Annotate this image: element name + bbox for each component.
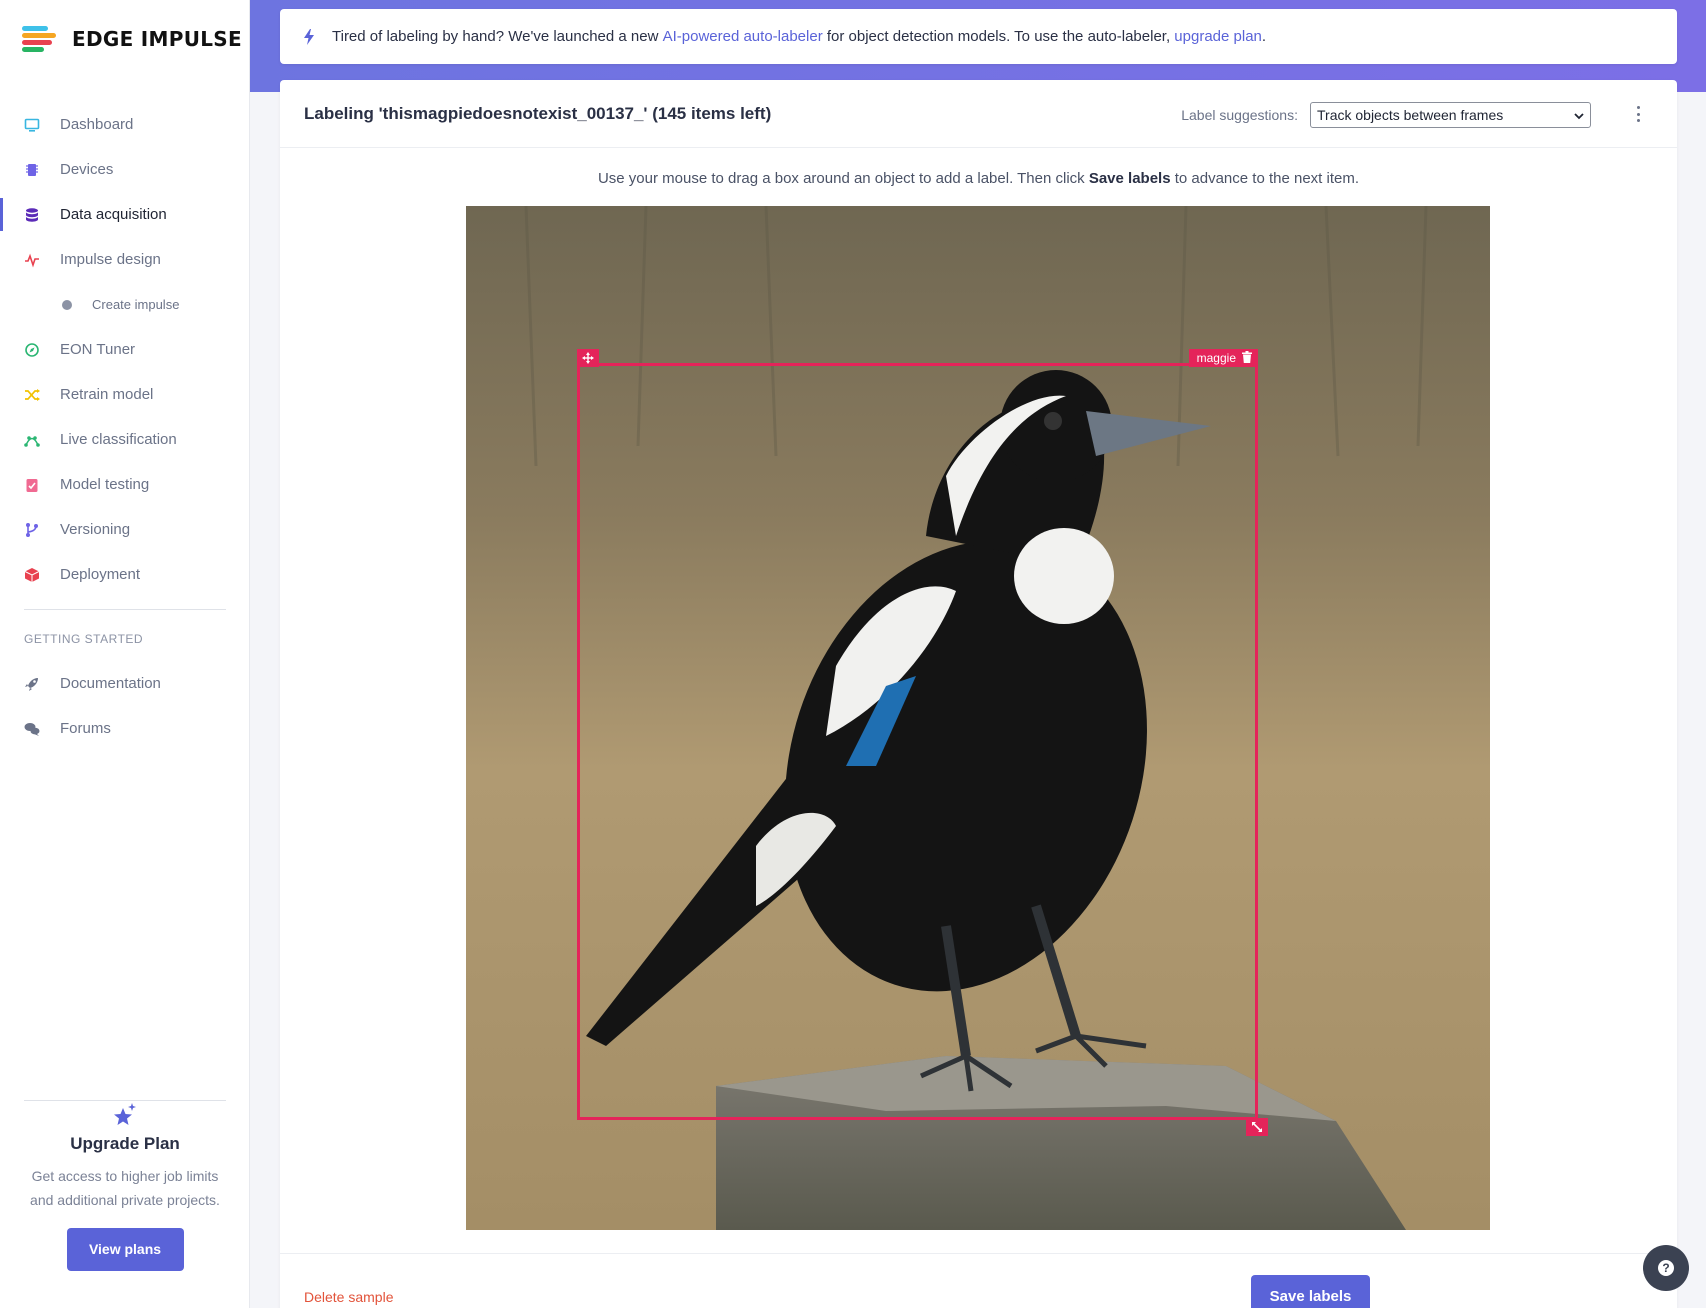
branch-icon: [24, 522, 40, 538]
monitor-icon: [24, 117, 40, 133]
sidebar-item-label: EON Tuner: [60, 341, 136, 358]
sidebar-item-deployment[interactable]: Deployment: [0, 552, 250, 597]
instruction-text: Use your mouse to drag a box around an o…: [597, 170, 1089, 187]
section-title-getting-started: GETTING STARTED: [24, 632, 144, 646]
svg-text:?: ?: [1662, 1261, 1669, 1275]
sidebar-item-model-testing[interactable]: Model testing: [0, 462, 250, 507]
sidebar-item-data-acquisition[interactable]: Data acquisition: [0, 192, 250, 237]
sidebar-item-label: Retrain model: [60, 386, 154, 403]
upgrade-title: Upgrade Plan: [70, 1134, 180, 1153]
save-labels-button[interactable]: Save labels: [1251, 1275, 1370, 1308]
box-label-tag: maggie: [1188, 349, 1258, 367]
banner-text: for object detection models. To use the …: [822, 28, 1175, 45]
help-icon[interactable]: ?: [1643, 1245, 1689, 1291]
resize-icon[interactable]: [1246, 1118, 1268, 1136]
labeling-instructions: Use your mouse to drag a box around an o…: [280, 170, 1677, 187]
sidebar-item-label: Versioning: [60, 521, 131, 538]
sidebar-item-forums[interactable]: Forums: [0, 706, 250, 751]
pulse-icon: [24, 252, 40, 268]
move-icon[interactable]: [577, 349, 599, 367]
labeling-footer: Delete sample: [280, 1253, 1677, 1308]
sidebar-item-eon-tuner[interactable]: EON Tuner: [0, 327, 250, 372]
more-options-icon[interactable]: [1635, 106, 1641, 122]
sidebar-item-label: Live classification: [60, 431, 177, 448]
labeling-header: Labeling 'thismagpiedoesnotexist_00137_'…: [280, 80, 1677, 148]
brand-name: EDGE IMPULSE: [72, 27, 242, 51]
sidebar-item-live-classification[interactable]: Live classification: [0, 417, 250, 462]
chat-icon: [24, 721, 40, 737]
upgrade-description: Get access to higher job limits and addi…: [30, 1168, 220, 1208]
sidebar-divider: [24, 1100, 226, 1101]
sidebar-item-impulse-design[interactable]: Impulse design: [0, 237, 250, 282]
labeling-card: Labeling 'thismagpiedoesnotexist_00137_'…: [280, 80, 1677, 1308]
instruction-text: to advance to the next item.: [1170, 170, 1360, 187]
auto-labeler-banner: Tired of labeling by hand? We've launche…: [280, 9, 1677, 64]
sidebar-item-label: Forums: [60, 720, 111, 737]
label-suggestions-select[interactable]: Track objects between frames: [1310, 102, 1591, 128]
upgrade-plan-panel: Upgrade Plan Get access to higher job li…: [24, 1102, 226, 1271]
chevron-down-icon: [1574, 107, 1584, 123]
clipboard-check-icon: [24, 477, 40, 493]
sidebar-item-versioning[interactable]: Versioning: [0, 507, 250, 552]
bounding-box[interactable]: maggie: [577, 349, 1268, 1136]
upgrade-plan-link[interactable]: upgrade plan: [1174, 28, 1262, 45]
instruction-bold: Save labels: [1088, 170, 1171, 187]
sparkles-icon: [24, 1102, 226, 1126]
sidebar-item-devices[interactable]: Devices: [0, 147, 250, 192]
view-plans-button[interactable]: View plans: [66, 1228, 184, 1271]
label-suggestions-label: Label suggestions:: [1181, 107, 1298, 123]
trash-icon[interactable]: [1242, 350, 1252, 366]
select-value: Track objects between frames: [1317, 107, 1504, 123]
shuffle-icon: [24, 387, 40, 403]
banner-text: Tired of labeling by hand? We've launche…: [332, 28, 663, 45]
sidebar-subitem-create-impulse[interactable]: Create impulse: [0, 282, 250, 327]
auto-labeler-link[interactable]: AI-powered auto-labeler: [663, 28, 823, 45]
network-icon: [24, 432, 40, 448]
database-icon: [24, 207, 40, 223]
getting-started-nav: Documentation Forums: [0, 661, 250, 751]
page-title: Labeling 'thismagpiedoesnotexist_00137_'…: [304, 103, 772, 123]
sidebar-item-label: Model testing: [60, 476, 150, 493]
sidebar-item-label: Impulse design: [60, 251, 161, 268]
box-icon: [24, 567, 40, 583]
sidebar-item-retrain-model[interactable]: Retrain model: [0, 372, 250, 417]
lightning-icon: [304, 28, 314, 45]
sidebar-divider: [24, 609, 226, 610]
sidebar-nav: Dashboard Devices Data acquisition Impul…: [0, 102, 250, 597]
banner-text: .: [1261, 28, 1267, 45]
sample-image[interactable]: maggie: [466, 206, 1490, 1230]
delete-sample-button[interactable]: Delete sample: [304, 1289, 394, 1305]
edge-impulse-logo-icon: [22, 26, 60, 52]
label-suggestions: Label suggestions: Track objects between…: [1181, 102, 1591, 128]
sidebar-item-label: Data acquisition: [60, 206, 167, 223]
bullet-icon: [62, 299, 72, 310]
sidebar: EDGE IMPULSE Dashboard Devices Data acqu…: [0, 0, 250, 1308]
sidebar-item-dashboard[interactable]: Dashboard: [0, 102, 250, 147]
sidebar-item-label: Create impulse: [92, 297, 180, 312]
box-label-text[interactable]: maggie: [1197, 351, 1236, 365]
brand-logo[interactable]: EDGE IMPULSE: [22, 26, 242, 52]
sidebar-item-documentation[interactable]: Documentation: [0, 661, 250, 706]
compass-icon: [24, 342, 40, 358]
sidebar-item-label: Documentation: [60, 675, 161, 692]
sidebar-item-label: Devices: [60, 161, 114, 178]
sidebar-item-label: Deployment: [60, 566, 141, 583]
chip-icon: [24, 162, 40, 178]
rocket-icon: [24, 676, 40, 692]
sidebar-item-label: Dashboard: [60, 116, 134, 133]
